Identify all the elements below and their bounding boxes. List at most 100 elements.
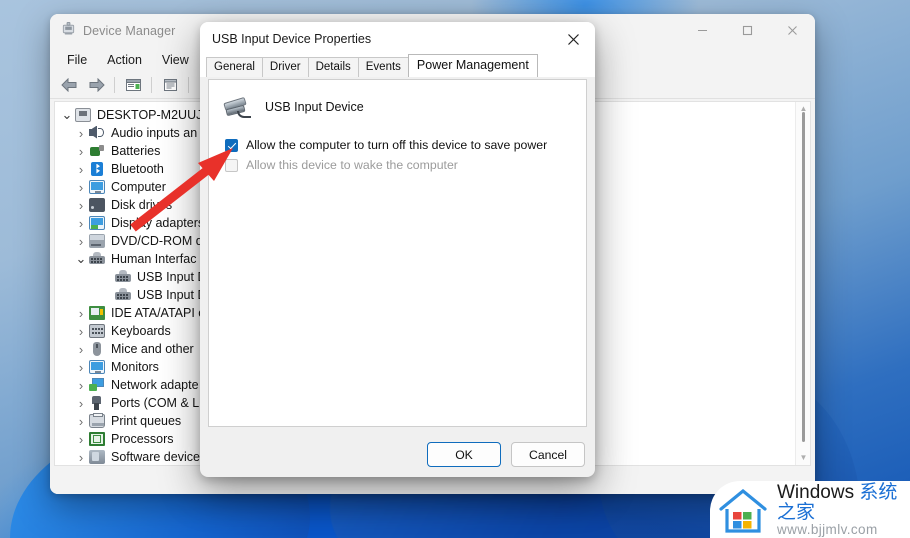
tab-power-management[interactable]: Power Management [407,54,538,77]
site-watermark: Windows 系统之家 www.bjjmlv.com [710,481,910,538]
power-management-tab-page: USB Input Device Allow the computer to t… [208,79,587,427]
toolbar-separator [188,77,189,93]
menu-action[interactable]: Action [98,50,151,70]
chevron-right-icon[interactable]: › [73,126,89,141]
menu-file[interactable]: File [58,50,96,70]
mouse-icon [89,341,106,357]
minimize-button[interactable] [680,14,725,47]
tree-item-label: Keyboards [111,324,171,338]
dialog-close-icon[interactable] [551,22,595,56]
usb-input-device-properties-dialog: USB Input Device Properties General Drive… [200,22,595,477]
processor-icon [89,431,106,447]
chevron-down-icon[interactable]: ⌄ [59,108,75,121]
display-adapter-icon [89,215,106,231]
cancel-button[interactable]: Cancel [511,442,585,467]
tree-item-label: Disk drives [111,198,173,212]
device-manager-title: Device Manager [83,23,176,38]
watermark-title: Windows 系统之家 [777,483,910,523]
wake-computer-checkbox [225,159,238,172]
chevron-right-icon[interactable]: › [73,396,89,411]
chevron-right-icon[interactable]: › [73,216,89,231]
network-adapter-icon [89,377,106,393]
tree-item-label: Print queues [111,414,182,428]
close-button[interactable] [770,14,815,47]
port-icon [89,395,106,411]
battery-icon [89,144,106,159]
watermark-text: Windows 系统之家 www.bjjmlv.com [777,483,910,537]
speaker-icon [89,125,106,141]
watermark-url: www.bjjmlv.com [777,522,878,538]
tree-item-label: Software device [111,450,200,464]
dvd-icon [89,233,106,249]
chevron-right-icon[interactable]: › [73,306,89,321]
dialog-titlebar[interactable]: USB Input Device Properties [200,22,595,56]
tab-driver[interactable]: Driver [261,57,309,77]
titlebar-left-group: Device Manager [50,21,175,41]
properties-icon[interactable] [120,74,146,97]
chevron-right-icon[interactable]: › [73,342,89,357]
tree-item-label: Ports (COM & L [111,396,200,410]
computer-icon [75,107,92,123]
ide-controller-icon [89,305,106,321]
printer-icon [89,412,106,429]
tab-details[interactable]: Details [307,57,359,77]
dialog-title: USB Input Device Properties [212,32,372,46]
device-tree-scrollbar[interactable]: ▲ ▼ [795,102,810,465]
device-name-label: USB Input Device [265,100,364,114]
tree-item-label: Bluetooth [111,162,164,176]
chevron-right-icon[interactable]: › [73,180,89,195]
window-controls [680,14,815,47]
tree-item-label: Batteries [111,144,161,158]
chevron-right-icon[interactable]: › [73,162,89,177]
menu-view[interactable]: View [153,50,198,70]
software-device-icon [89,449,106,465]
toolbar-separator [151,77,152,93]
chevron-right-icon[interactable]: › [73,144,89,159]
chevron-down-icon[interactable]: ⌄ [73,252,89,265]
chevron-right-icon[interactable]: › [73,378,89,393]
chevron-right-icon[interactable]: › [73,450,89,465]
turn-off-power-checkbox[interactable] [225,139,238,152]
scroll-down-arrow[interactable]: ▼ [796,451,810,465]
tree-item-label: Human Interfac [111,252,197,266]
hid-icon [89,251,106,267]
tab-general[interactable]: General [206,57,263,77]
chevron-right-icon[interactable]: › [73,198,89,213]
chevron-right-icon[interactable]: › [73,432,89,447]
chevron-right-icon[interactable]: › [73,414,89,429]
tree-item-label: Mice and other [111,342,194,356]
tab-events[interactable]: Events [357,57,409,77]
chevron-right-icon[interactable]: › [73,234,89,249]
chevron-right-icon[interactable]: › [73,324,89,339]
scrollbar-thumb[interactable] [802,112,805,442]
tree-item-label: Network adapte [111,378,199,392]
toolbar-separator [114,77,115,93]
wake-computer-label: Allow this device to wake the computer [246,158,458,172]
monitor-icon [89,179,106,195]
bluetooth-icon [89,161,106,177]
usb-input-device-icon [223,94,253,120]
device-manager-icon [61,21,76,41]
tree-item-label: DVD/CD-ROM d [111,234,203,248]
turn-off-power-label: Allow the computer to turn off this devi… [246,138,548,152]
back-arrow-icon[interactable] [56,74,82,97]
ok-button[interactable]: OK [427,442,501,467]
dialog-button-row: OK Cancel [427,442,585,467]
maximize-button[interactable] [725,14,770,47]
hid-icon [115,269,132,285]
update-driver-icon[interactable] [157,74,183,97]
monitor-icon [89,359,106,375]
tree-item-label: IDE ATA/ATAPI c [111,306,205,320]
device-header: USB Input Device [209,80,586,120]
watermark-title-en: Windows [777,482,860,504]
disk-icon [89,197,106,213]
dialog-tabstrip[interactable]: General Driver Details Events Power Manageme… [200,54,595,77]
chevron-right-icon[interactable]: › [73,360,89,375]
forward-arrow-icon[interactable] [83,74,109,97]
checkbox-row-turn-off-power[interactable]: Allow the computer to turn off this devi… [209,138,586,153]
keyboard-icon [89,323,106,339]
tree-item-label: Display adapters [111,216,205,230]
tree-item-label: Computer [111,180,166,194]
checkbox-row-wake-computer: Allow this device to wake the computer [209,158,586,173]
windows-house-logo [718,488,768,534]
